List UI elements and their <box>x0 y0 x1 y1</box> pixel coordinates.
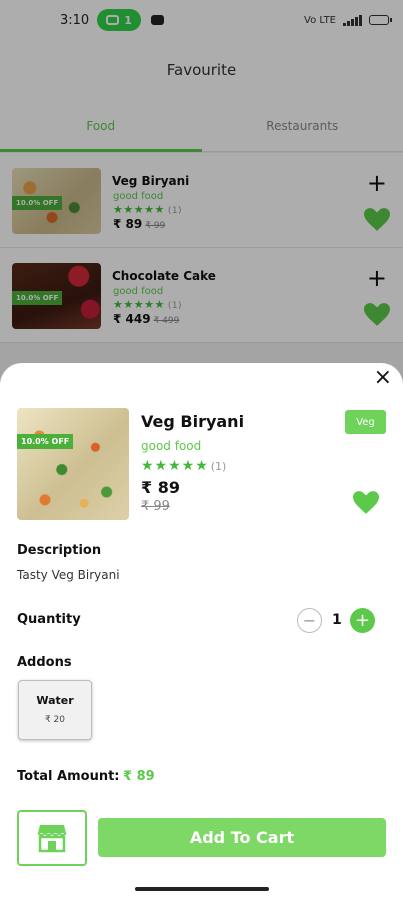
rating-stars: ★★★★★ (1) <box>141 458 226 474</box>
home-indicator <box>135 887 269 891</box>
heart-icon[interactable] <box>353 491 379 515</box>
food-name: Veg Biryani <box>141 412 245 431</box>
add-to-cart-button[interactable]: Add To Cart <box>98 818 386 857</box>
close-icon[interactable]: × <box>374 367 392 389</box>
description-label: Description <box>17 543 102 558</box>
addon-price: ₹ 20 <box>44 715 66 725</box>
star-icons: ★★★★★ <box>141 458 209 474</box>
rating-count: (1) <box>210 460 227 473</box>
discount-badge: 10.0% OFF <box>17 434 74 449</box>
quantity-value: 1 <box>332 612 342 628</box>
item-detail-sheet: × 10.0% OFF Veg Biryani good food ★★★★★(… <box>0 363 403 900</box>
store-icon <box>37 825 67 853</box>
total-amount-label: Total Amount: <box>17 769 120 784</box>
old-price: ₹ 99 <box>141 499 170 514</box>
addons-label: Addons <box>17 655 72 670</box>
quantity-minus-button[interactable]: − <box>297 608 322 633</box>
veg-badge: Veg <box>345 410 386 434</box>
addon-card-water[interactable]: Water ₹ 20 <box>18 680 92 740</box>
description-text: Tasty Veg Biryani <box>17 568 120 582</box>
quantity-plus-button[interactable]: + <box>350 608 375 633</box>
food-price: ₹ 89 <box>141 478 180 497</box>
store-button[interactable] <box>17 810 87 866</box>
total-amount-value: ₹ 89 <box>123 769 155 784</box>
quantity-label: Quantity <box>17 612 81 627</box>
addon-name: Water <box>36 694 74 707</box>
food-subtitle: good food <box>141 439 202 453</box>
food-image: 10.0% OFF <box>17 408 129 520</box>
